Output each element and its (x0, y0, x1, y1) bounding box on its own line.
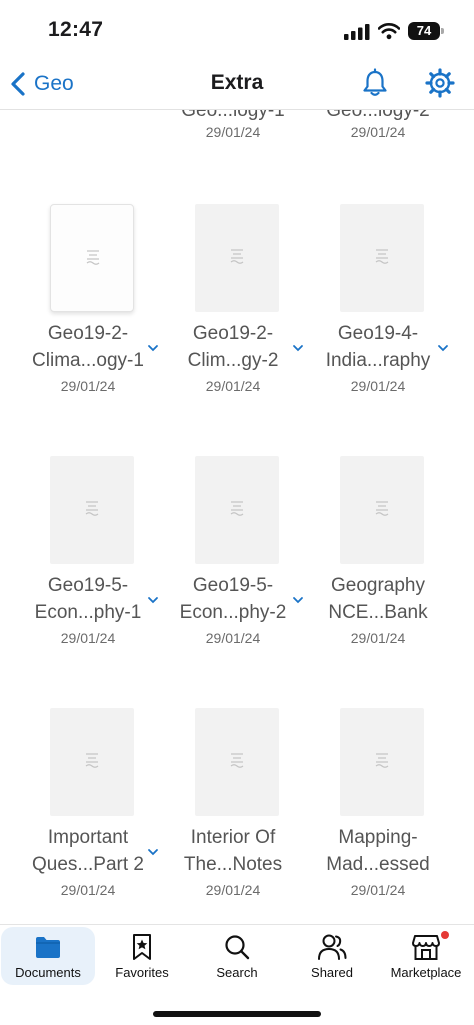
document-placeholder-icon (86, 250, 100, 265)
document-name-line: Ques...Part 2 (32, 854, 144, 875)
status-bar: 12:47 74 (0, 0, 474, 58)
document-name: Geo...logy-2 (326, 110, 430, 121)
notification-badge (441, 931, 449, 939)
document-grid: Geo...logy-1 29/01/24 Geo...logy-2 29/01… (0, 110, 474, 924)
tab-search[interactable]: Search (190, 927, 284, 985)
document-name-line: Geo19-5- (192, 575, 274, 596)
document-thumbnail[interactable] (340, 456, 424, 564)
document-date: 29/01/24 (350, 882, 406, 898)
document-thumbnail[interactable] (340, 204, 424, 312)
document-name-line: Geography (330, 575, 425, 596)
document-name-line: Clima...ogy-1 (32, 350, 144, 371)
document-placeholder-icon (230, 249, 244, 264)
document-placeholder-icon (230, 501, 244, 516)
tab-label: Documents (15, 965, 81, 980)
document-name-line: Geo19-2- (192, 323, 274, 344)
document-placeholder-icon (375, 753, 389, 768)
document-thumbnail[interactable] (195, 456, 279, 564)
cellular-signal-icon (344, 24, 370, 40)
document-name-line: Econ...phy-2 (179, 602, 287, 623)
document-date: 29/01/24 (205, 630, 261, 646)
search-icon (225, 935, 250, 960)
document-placeholder-icon (85, 501, 99, 516)
document-date: 29/01/24 (60, 630, 116, 646)
navigation-bar: Geo Extra (0, 58, 474, 110)
document-placeholder-icon (375, 501, 389, 516)
storefront-icon (412, 935, 440, 960)
tab-favorites[interactable]: Favorites (95, 927, 189, 985)
document-thumbnail[interactable] (50, 456, 134, 564)
tab-documents[interactable]: Documents (1, 927, 95, 985)
gear-icon[interactable] (424, 67, 456, 99)
document-name-line: Mad...essed (326, 854, 430, 875)
document-name-line: India...raphy (325, 350, 431, 371)
tab-label: Favorites (115, 965, 169, 980)
document-name-line: Important (47, 827, 129, 848)
people-icon (318, 934, 347, 960)
document-thumbnail[interactable] (50, 204, 134, 312)
document-date: 29/01/24 (60, 882, 116, 898)
document-tile[interactable]: Interior Of The...Notes 29/01/24 (158, 708, 308, 908)
document-date: 29/01/24 (350, 378, 406, 394)
tab-bar: Documents Favorites Search Shared Market… (0, 924, 474, 1025)
document-name-line: Econ...phy-1 (34, 602, 142, 623)
page-title: Extra (210, 71, 264, 94)
home-indicator (153, 1011, 321, 1017)
document-date: 29/01/24 (205, 378, 261, 394)
document-thumbnail[interactable] (340, 708, 424, 816)
folder-icon (36, 937, 60, 958)
document-date: 29/01/24 (60, 378, 116, 394)
document-name-line: Geo19-4- (337, 323, 419, 344)
tab-label: Marketplace (390, 965, 462, 980)
document-tile[interactable]: Geo19-5- Econ...phy-1 29/01/24 (13, 456, 163, 656)
chevron-down-icon[interactable] (437, 344, 449, 352)
tab-label: Shared (311, 965, 353, 980)
document-date: 29/01/24 (350, 630, 406, 646)
document-thumbnail[interactable] (50, 708, 134, 816)
tab-marketplace[interactable]: Marketplace (379, 927, 473, 985)
document-date: 29/01/24 (350, 124, 406, 140)
bookmark-star-icon (133, 934, 151, 960)
document-placeholder-icon (230, 753, 244, 768)
battery-cap (441, 28, 444, 34)
document-name: Geo...logy-1 (181, 110, 285, 121)
status-time: 12:47 (48, 18, 104, 41)
document-name-line: Clim...gy-2 (187, 350, 279, 371)
document-name-line: NCE...Bank (328, 602, 428, 623)
document-tile[interactable]: Geo19-4- India...raphy 29/01/24 (303, 204, 453, 404)
document-tile[interactable]: Geography NCE...Bank 29/01/24 (303, 456, 453, 656)
document-tile[interactable]: Geo19-5- Econ...phy-2 29/01/24 (158, 456, 308, 656)
document-placeholder-icon (375, 249, 389, 264)
battery-indicator: 74 (408, 22, 440, 40)
document-tile[interactable]: Mapping- Mad...essed 29/01/24 (303, 708, 453, 908)
document-name-line: Interior Of (190, 827, 276, 848)
document-date: 29/01/24 (205, 124, 261, 140)
document-thumbnail[interactable] (195, 708, 279, 816)
tab-shared[interactable]: Shared (285, 927, 379, 985)
wifi-icon (378, 23, 400, 40)
document-name-line: The...Notes (183, 854, 283, 875)
document-name-line: Mapping- (338, 827, 418, 848)
document-tile[interactable]: Geo19-2- Clima...ogy-1 29/01/24 (13, 204, 163, 404)
document-tile[interactable]: Geo19-2- Clim...gy-2 29/01/24 (158, 204, 308, 404)
document-name-line: Geo19-2- (47, 323, 129, 344)
document-placeholder-icon (85, 753, 99, 768)
bell-icon[interactable] (360, 68, 390, 98)
document-thumbnail[interactable] (195, 204, 279, 312)
tab-label: Search (216, 965, 258, 980)
document-tile[interactable]: Important Ques...Part 2 29/01/24 (13, 708, 163, 908)
document-name-line: Geo19-5- (47, 575, 129, 596)
document-date: 29/01/24 (205, 882, 261, 898)
